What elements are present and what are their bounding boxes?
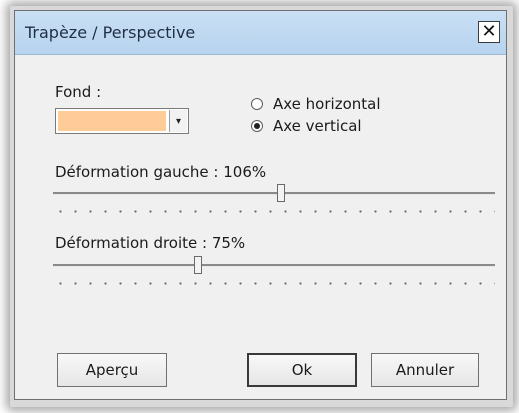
close-button[interactable]: ✕ <box>478 21 500 43</box>
chevron-down-icon: ▾ <box>175 115 182 127</box>
slider-ticks <box>53 210 495 213</box>
window-title: Trapèze / Perspective <box>25 23 196 42</box>
radio-axe-vertical[interactable]: Axe vertical <box>251 117 362 135</box>
slider-track <box>53 192 495 195</box>
slider-ticks <box>53 282 495 285</box>
cancel-button[interactable]: Annuler <box>371 353 479 387</box>
ok-button[interactable]: Ok <box>247 353 357 387</box>
slider-thumb[interactable] <box>194 256 202 274</box>
preview-button[interactable]: Aperçu <box>57 353 167 387</box>
deformation-right-label: Déformation droite : 75% <box>55 234 246 252</box>
slider-thumb[interactable] <box>277 184 285 202</box>
radio-axe-horizontal[interactable]: Axe horizontal <box>251 95 381 113</box>
radio-label: Axe horizontal <box>273 95 381 113</box>
slider-track <box>53 264 495 267</box>
trapeze-perspective-dialog: Trapèze / Perspective ✕ Fond : ▾ Axe hor… <box>14 10 507 400</box>
close-icon: ✕ <box>481 21 497 42</box>
color-swatch <box>58 111 166 131</box>
radio-label: Axe vertical <box>273 117 362 135</box>
deformation-left-label: Déformation gauche : 106% <box>55 163 267 181</box>
radio-selected-dot <box>254 123 260 129</box>
radio-button[interactable] <box>251 120 263 132</box>
radio-button[interactable] <box>251 98 263 110</box>
fond-label: Fond : <box>55 83 102 101</box>
dropdown-button[interactable]: ▾ <box>169 110 187 132</box>
deformation-right-slider[interactable] <box>53 256 495 296</box>
title-bar[interactable]: Trapèze / Perspective ✕ <box>15 11 506 55</box>
deformation-left-slider[interactable] <box>53 184 495 224</box>
fond-color-select[interactable]: ▾ <box>55 108 189 134</box>
